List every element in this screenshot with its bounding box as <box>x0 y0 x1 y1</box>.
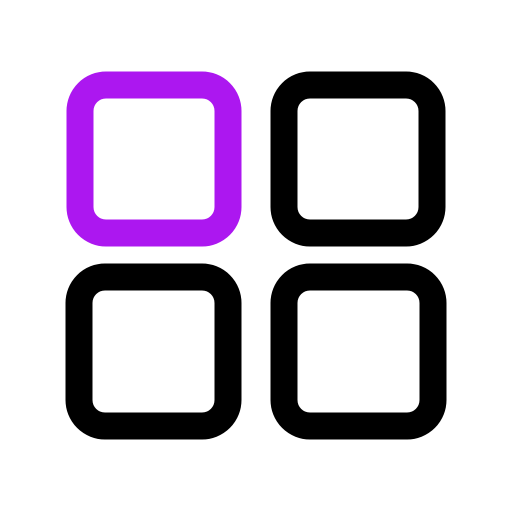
grid-tile-top-left <box>66 71 242 247</box>
grid-apps-icon <box>65 71 447 440</box>
grid-tile-bottom-right <box>270 263 447 440</box>
grid-tile-bottom-left <box>65 263 242 440</box>
icon-canvas <box>0 0 512 512</box>
grid-tile-top-right <box>270 71 446 247</box>
